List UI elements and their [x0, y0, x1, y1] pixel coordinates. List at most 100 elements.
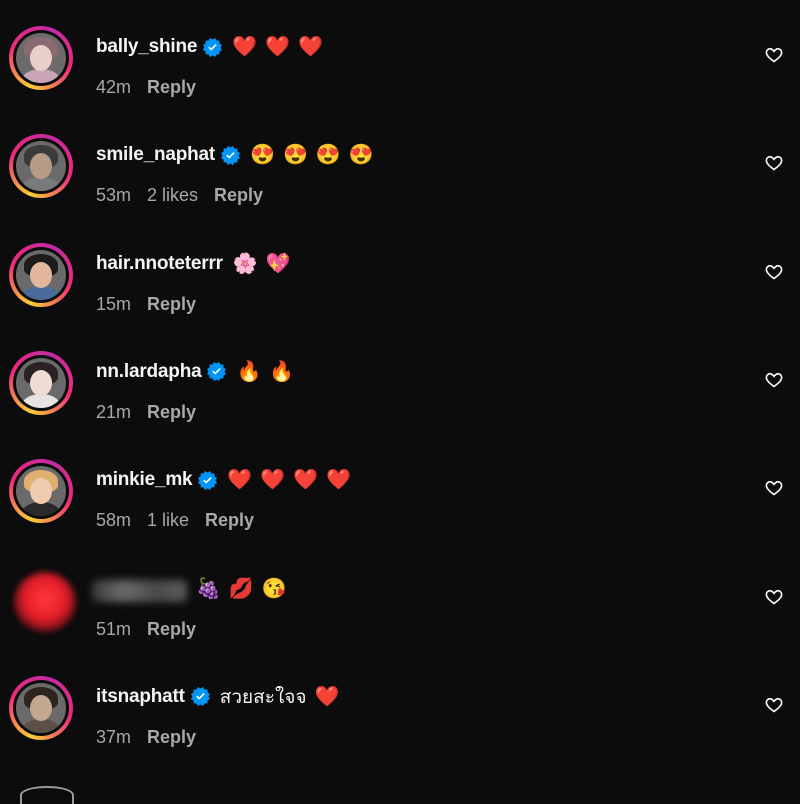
- comment-row: nn.lardapha 🔥 🔥 21m Reply: [0, 325, 800, 433]
- heart-outline-icon[interactable]: [764, 371, 784, 391]
- avatar-body: [22, 177, 60, 192]
- emoji: ❤️: [260, 469, 286, 492]
- avatar[interactable]: [13, 30, 69, 86]
- timestamp[interactable]: 53m: [96, 185, 131, 205]
- username[interactable]: bally_shine: [96, 36, 197, 58]
- verified-badge-icon: [207, 362, 227, 382]
- avatar-face: [30, 153, 52, 180]
- reply-button[interactable]: Reply: [147, 727, 196, 747]
- verified-badge-icon: [203, 37, 223, 57]
- comment-row: 🍇 💋 😘 51m Reply: [0, 542, 800, 650]
- emoji: 😘: [261, 577, 287, 600]
- story-ring[interactable]: [9, 26, 73, 90]
- story-ring[interactable]: [9, 134, 73, 199]
- verified-badge-icon: [190, 687, 210, 707]
- avatar-body: [22, 393, 60, 408]
- comment-meta: 42m Reply: [96, 77, 212, 98]
- username[interactable]: smile_naphat: [96, 144, 215, 166]
- comment-row: smile_naphat 😍 😍 😍 😍 53m 2 likes Reply: [0, 108, 800, 216]
- emoji: ❤️: [265, 36, 291, 58]
- likes-count[interactable]: 2 likes: [147, 185, 198, 205]
- comment-line: itsnaphatt สวยสะใจจ ❤️: [96, 682, 339, 712]
- emoji: 💖: [265, 252, 291, 275]
- timestamp[interactable]: 15m: [96, 294, 131, 314]
- avatar-face: [30, 261, 52, 288]
- story-ring[interactable]: [9, 675, 73, 740]
- likes-count[interactable]: 1 like: [147, 510, 189, 530]
- username[interactable]: hair.nnoteterrr: [96, 253, 223, 275]
- heart-outline-icon[interactable]: [764, 696, 784, 716]
- timestamp[interactable]: 37m: [96, 727, 131, 747]
- comment-meta: 37m Reply: [96, 727, 212, 748]
- username[interactable]: minkie_mk: [96, 469, 193, 491]
- comment-row: minkie_mk ❤️ ❤️ ❤️ ❤️ 58m 1 like Reply: [0, 433, 800, 541]
- story-ring[interactable]: [9, 350, 73, 415]
- emoji: 🔥: [236, 360, 262, 383]
- reply-button[interactable]: Reply: [147, 402, 196, 422]
- emoji: 🍇: [196, 577, 221, 600]
- avatar[interactable]: [13, 679, 69, 736]
- emoji: ❤️: [314, 685, 340, 708]
- avatar-photo: [16, 466, 66, 517]
- timestamp[interactable]: 21m: [96, 402, 131, 422]
- comment-line: bally_shine ❤️ ❤️ ❤️: [96, 32, 323, 62]
- verified-badge-icon: [221, 145, 241, 165]
- heart-outline-icon[interactable]: [764, 154, 784, 174]
- comment-row: itsnaphatt สวยสะใจจ ❤️ 37m Reply: [0, 650, 800, 758]
- comment-row: bally_shine ❤️ ❤️ ❤️ 42m Reply: [0, 0, 800, 108]
- comment-meta: 51m Reply: [96, 619, 212, 640]
- avatar[interactable]: [13, 138, 69, 195]
- reply-button[interactable]: Reply: [205, 510, 254, 530]
- avatar[interactable]: [20, 786, 74, 804]
- reply-button[interactable]: Reply: [147, 294, 196, 314]
- comment-meta: 53m 2 likes Reply: [96, 185, 279, 206]
- timestamp[interactable]: 42m: [96, 77, 131, 97]
- avatar-blurred[interactable]: [14, 571, 76, 632]
- emoji: ❤️: [326, 469, 352, 492]
- timestamp[interactable]: 58m: [96, 510, 131, 530]
- comment-meta: 15m Reply: [96, 294, 212, 315]
- username[interactable]: nn.lardapha: [96, 361, 202, 383]
- avatar-face: [30, 45, 52, 71]
- heart-outline-icon[interactable]: [764, 263, 784, 283]
- reply-button[interactable]: Reply: [147, 619, 196, 639]
- username-blurred[interactable]: [92, 579, 187, 602]
- emoji: ❤️: [227, 469, 253, 492]
- avatar-body: [22, 69, 60, 83]
- emoji: 😍: [250, 144, 275, 167]
- emoji: 🔥: [269, 360, 295, 383]
- story-ring[interactable]: [9, 459, 73, 524]
- comment-line: minkie_mk ❤️ ❤️ ❤️ ❤️: [96, 465, 351, 495]
- comment-line: nn.lardapha 🔥 🔥: [96, 357, 294, 387]
- emoji: ❤️: [298, 36, 324, 58]
- avatar-body: [22, 502, 60, 517]
- emoji: ❤️: [293, 469, 319, 492]
- avatar-body: [22, 718, 60, 733]
- avatar[interactable]: [13, 354, 69, 411]
- heart-outline-icon[interactable]: [764, 46, 784, 66]
- comment-meta: 21m Reply: [96, 402, 212, 423]
- emoji: ❤️: [232, 36, 258, 58]
- reply-button[interactable]: Reply: [147, 77, 196, 97]
- username[interactable]: itsnaphatt: [96, 686, 185, 708]
- story-ring[interactable]: [9, 242, 73, 307]
- avatar-photo: [16, 357, 66, 408]
- avatar[interactable]: [13, 463, 69, 520]
- avatar-photo: [16, 33, 66, 83]
- emoji: 😍: [348, 144, 374, 167]
- reply-button[interactable]: Reply: [214, 185, 263, 205]
- avatar-face: [30, 478, 52, 505]
- avatar-body: [22, 285, 60, 300]
- comment-line: smile_naphat 😍 😍 😍 😍: [96, 140, 374, 170]
- emoji: 😍: [282, 144, 308, 167]
- comment-row: hair.nnoteterrr 🌸 💖 15m Reply: [0, 217, 800, 325]
- avatar[interactable]: [13, 246, 69, 303]
- avatar-photo: [16, 141, 66, 192]
- heart-outline-icon[interactable]: [764, 588, 784, 608]
- timestamp[interactable]: 51m: [96, 619, 131, 639]
- comment-text: สวยสะใจจ: [219, 686, 307, 708]
- avatar-face: [30, 369, 52, 396]
- verified-badge-icon: [198, 470, 218, 490]
- heart-outline-icon[interactable]: [764, 479, 784, 499]
- avatar-photo: [16, 682, 66, 733]
